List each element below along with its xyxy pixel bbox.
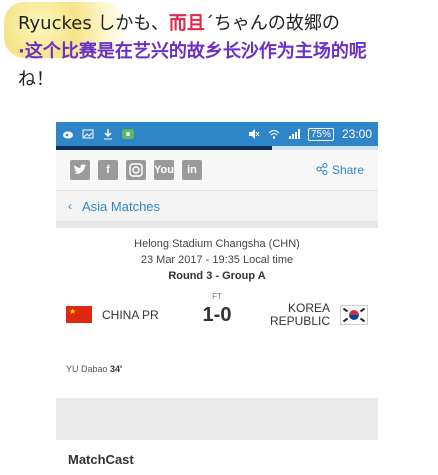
twitter-icon[interactable] [70, 160, 90, 180]
match-card: Helong Stadium Changsha (CHN) 23 Mar 201… [56, 228, 378, 398]
chevron-left-icon: ‹ [68, 199, 72, 213]
goal-scorer: YU Dabao 34' [66, 364, 122, 374]
image-icon [82, 128, 94, 140]
caption-line-1-prefix: Ryuckes しかも、 [18, 13, 169, 34]
korea-flag-icon [340, 305, 368, 325]
linkedin-icon[interactable]: in [182, 160, 202, 180]
goal-minute: 34' [110, 364, 123, 374]
away-team[interactable]: KOREA REPUBLIC [270, 302, 368, 328]
caption-line-1: Ryuckes しかも、而且´ちゃんの故郷の [18, 10, 428, 38]
away-team-name-line1: KOREA [287, 301, 330, 315]
status-bar: 75% 23:00 [56, 122, 378, 146]
caption-line-1-suffix: ´ちゃんの故郷の [204, 13, 340, 34]
signal-icon [288, 128, 300, 140]
away-team-name-line2: REPUBLIC [269, 314, 330, 328]
share-icon [316, 162, 328, 178]
match-datetime: 23 Mar 2017 - 19:35 Local time [140, 254, 294, 266]
breadcrumb[interactable]: ‹ Asia Matches [56, 191, 378, 222]
breadcrumb-label: Asia Matches [82, 198, 161, 214]
mute-icon [248, 128, 260, 140]
match-round: Round 3 - Group A [168, 270, 266, 282]
caption-line-3: ね！ [18, 69, 54, 90]
caption-line-2: ·这个比赛是在艺兴的故乡长沙作为主场的呢 [18, 41, 367, 62]
wifi-icon [268, 128, 280, 140]
match-stadium: Helong Stadium Changsha (CHN) [134, 238, 300, 250]
goal-player: YU Dabao [66, 364, 108, 374]
matchcast-heading: MatchCast [68, 452, 134, 467]
away-team-name: KOREA REPUBLIC [270, 302, 330, 328]
phone-screenshot: 75% 23:00 f You in Share ‹ Asia Matches [56, 122, 378, 475]
clock: 23:00 [341, 127, 372, 141]
match-status: FT [212, 292, 222, 301]
social-bar: f You in Share [56, 150, 378, 191]
share-button[interactable]: Share [316, 162, 364, 178]
facebook-icon[interactable]: f [98, 160, 118, 180]
share-label: Share [331, 163, 364, 177]
caption-highlight: 而且 [168, 13, 205, 34]
page-load-progress [56, 146, 378, 150]
matchcast-section[interactable]: MatchCast [56, 440, 378, 475]
post-caption: Ryuckes しかも、而且´ちゃんの故郷の ·这个比赛是在艺兴的故乡长沙作为主… [18, 10, 428, 94]
battery-level: 75% [307, 127, 334, 141]
page-load-progress-fill [56, 146, 272, 150]
download-icon [102, 128, 114, 140]
weibo-icon [62, 128, 74, 140]
app-notification-icon [122, 128, 134, 140]
instagram-icon[interactable] [126, 160, 146, 180]
youtube-icon[interactable]: You [154, 160, 174, 180]
